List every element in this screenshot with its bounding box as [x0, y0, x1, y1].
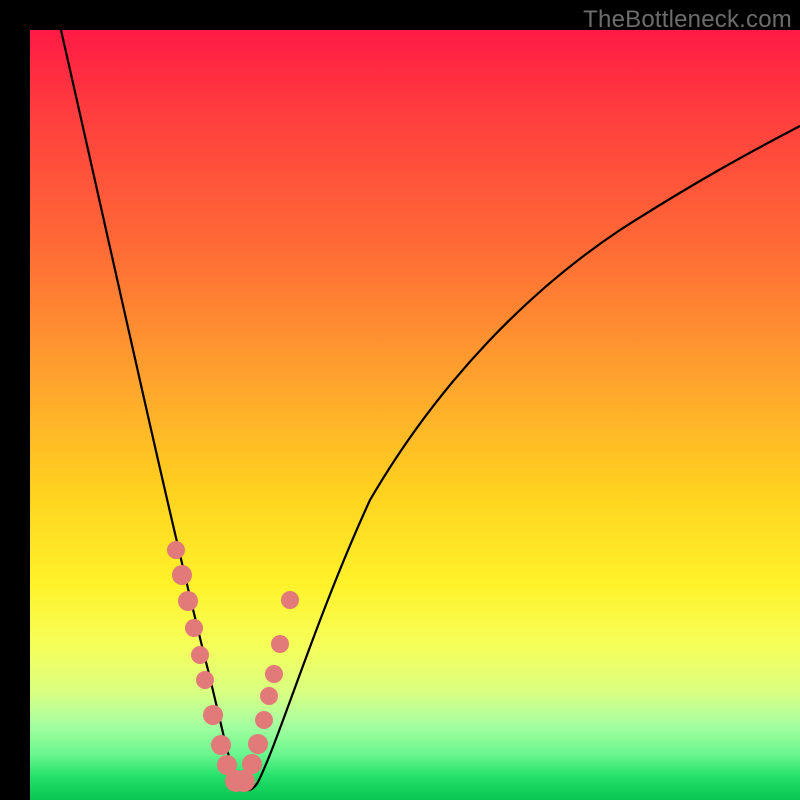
sample-point — [178, 591, 198, 611]
bottleneck-curve — [61, 30, 800, 790]
sample-point — [172, 565, 192, 585]
sample-point — [203, 705, 223, 725]
sample-point — [211, 735, 231, 755]
sample-point — [196, 671, 214, 689]
sample-point — [265, 665, 283, 683]
chart-frame: TheBottleneck.com — [0, 0, 800, 800]
plot-area — [30, 30, 800, 800]
sample-point — [191, 646, 209, 664]
sample-point — [271, 635, 289, 653]
watermark-text: TheBottleneck.com — [583, 6, 792, 34]
sample-point — [242, 754, 262, 774]
sample-point — [255, 711, 273, 729]
sample-point — [185, 619, 203, 637]
curve-layer — [30, 30, 800, 800]
sample-point — [248, 734, 268, 754]
sample-point — [260, 687, 278, 705]
sample-point — [167, 541, 185, 559]
sample-point — [281, 591, 299, 609]
